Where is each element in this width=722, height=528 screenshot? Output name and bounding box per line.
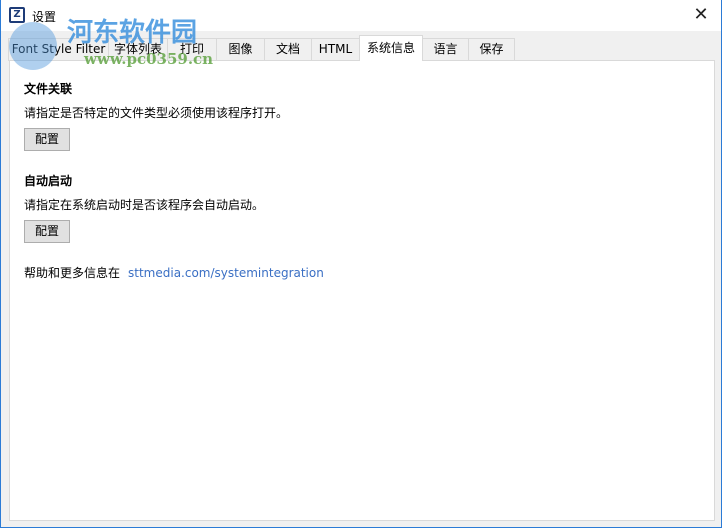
tab-font-list[interactable]: 字体列表 [108,38,168,61]
close-button[interactable]: ✕ [689,3,713,27]
tab-document[interactable]: 文档 [264,38,312,61]
system-info-panel: 文件关联 请指定是否特定的文件类型必须使用该程序打开。 配置 自动启动 请指定在… [9,60,715,521]
tab-print[interactable]: 打印 [167,38,217,61]
tab-font-style-filter[interactable]: Font Style Filter [8,38,109,61]
tab-save[interactable]: 保存 [468,38,515,61]
tab-image[interactable]: 图像 [216,38,265,61]
title-bar: Z 设置 ✕ [1,0,721,31]
autostart-configure-button[interactable]: 配置 [24,220,70,243]
autostart-description: 请指定在系统启动时是否该程序会自动启动。 [24,198,265,212]
help-line: 帮助和更多信息在 sttmedia.com/systemintegration [24,264,324,281]
tab-html[interactable]: HTML [311,38,360,61]
tab-system-info[interactable]: 系统信息 [359,35,423,61]
window-title: 设置 [32,10,57,24]
settings-window: Z 设置 ✕ Font Style Filter 字体列表 打印 图像 文档 H… [0,0,722,528]
app-icon: Z [9,7,25,23]
autostart-heading: 自动启动 [24,174,73,188]
file-association-heading: 文件关联 [24,82,73,96]
tab-language[interactable]: 语言 [422,38,469,61]
file-association-description: 请指定是否特定的文件类型必须使用该程序打开。 [24,106,289,120]
file-association-configure-button[interactable]: 配置 [24,128,70,151]
help-link[interactable]: sttmedia.com/systemintegration [128,266,324,280]
help-text: 帮助和更多信息在 [24,266,121,280]
